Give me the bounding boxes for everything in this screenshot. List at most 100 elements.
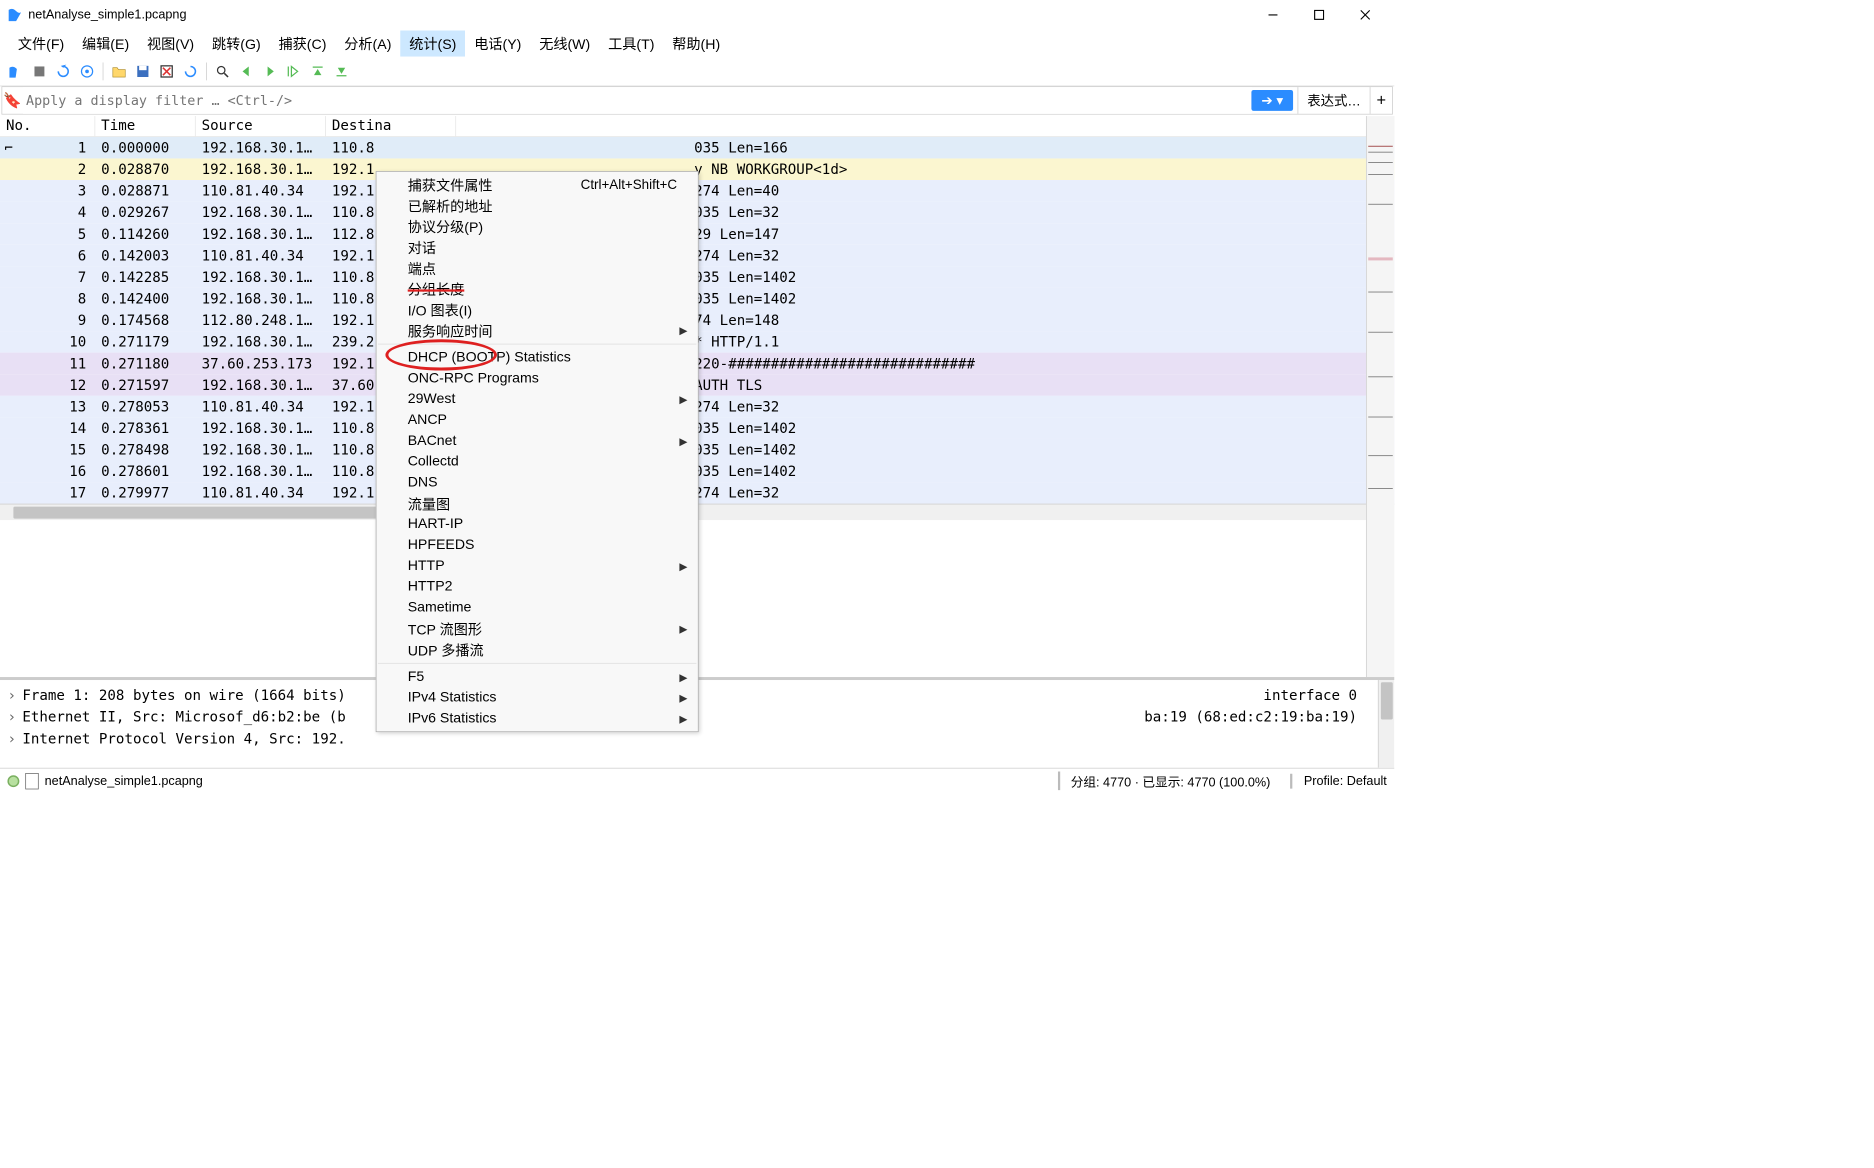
menu-option-label: I/O 图表(I) (408, 299, 472, 319)
menu-option[interactable]: DHCP (BOOTP) Statistics (376, 347, 697, 368)
column-info[interactable] (456, 116, 1394, 136)
menu-option[interactable]: UDP 多播流 (376, 639, 697, 660)
menu-option[interactable]: HPFEEDS (376, 535, 697, 556)
go-last-icon[interactable] (330, 60, 352, 82)
table-row[interactable]: ⌐10.000000192.168.30.1…110.8035 Len=166 (0, 137, 1394, 159)
cell-source: 110.81.40.34 (196, 485, 326, 501)
menu-option[interactable]: 协议分级(P) (376, 216, 697, 237)
options-icon[interactable] (76, 60, 98, 82)
cell-source: 192.168.30.1… (196, 442, 326, 458)
status-profile[interactable]: Profile: Default (1290, 773, 1387, 788)
add-filter-button[interactable]: + (1370, 87, 1392, 114)
menu-option[interactable]: F5▶ (376, 667, 697, 688)
menu-option[interactable]: 捕获文件属性Ctrl+Alt+Shift+C (376, 174, 697, 195)
expression-button[interactable]: 表达式… (1298, 87, 1370, 114)
menu-option-label: HART-IP (408, 516, 464, 532)
cell-time: 0.000000 (95, 140, 195, 156)
cell-source: 192.168.30.1… (196, 204, 326, 220)
menu-option[interactable]: TCP 流图形▶ (376, 618, 697, 639)
menu-item[interactable]: 电话(Y) (465, 30, 530, 56)
expert-info-icon[interactable] (7, 775, 19, 787)
cell-time: 0.278601 (95, 463, 195, 479)
stop-icon[interactable] (28, 60, 50, 82)
menu-item[interactable]: 无线(W) (530, 30, 599, 56)
go-first-icon[interactable] (307, 60, 329, 82)
submenu-arrow-icon: ▶ (679, 324, 687, 337)
minimize-button[interactable] (1251, 2, 1294, 27)
menu-item[interactable]: 捕获(C) (270, 30, 336, 56)
menu-item[interactable]: 文件(F) (9, 30, 73, 56)
menu-option[interactable]: IPv6 Statistics▶ (376, 708, 697, 729)
shark-fin-icon[interactable] (4, 60, 26, 82)
close-file-icon[interactable] (155, 60, 177, 82)
menu-option[interactable]: BACnet▶ (376, 431, 697, 452)
menu-item[interactable]: 跳转(G) (203, 30, 270, 56)
menu-item[interactable]: 编辑(E) (73, 30, 138, 56)
menu-option[interactable]: IPv4 Statistics▶ (376, 687, 697, 708)
menu-option[interactable]: 分组长度 (376, 278, 697, 299)
apply-filter-button[interactable]: ➔ ▾ (1251, 90, 1293, 111)
toolbar (0, 57, 1394, 87)
restart-icon[interactable] (52, 60, 74, 82)
menu-item[interactable]: 统计(S) (400, 30, 465, 56)
menu-option[interactable]: 对话 (376, 237, 697, 258)
open-icon[interactable] (108, 60, 130, 82)
expand-icon[interactable]: › (7, 730, 22, 746)
menu-option[interactable]: DNS (376, 472, 697, 493)
menu-option[interactable]: Sametime (376, 597, 697, 618)
next-icon[interactable] (259, 60, 281, 82)
menu-option[interactable]: 流量图 (376, 493, 697, 514)
details-scrollbar[interactable] (1378, 680, 1394, 768)
cell-no: 12 (0, 377, 95, 393)
menu-option[interactable]: 端点 (376, 257, 697, 278)
menu-option-label: Collectd (408, 454, 459, 470)
menu-item[interactable]: 分析(A) (335, 30, 400, 56)
menu-option[interactable]: HTTP▶ (376, 556, 697, 577)
reload-icon[interactable] (179, 60, 201, 82)
menu-option-label: ANCP (408, 412, 447, 428)
cell-source: 110.81.40.34 (196, 247, 326, 263)
column-no[interactable]: No. (0, 116, 95, 136)
status-bar: netAnalyse_simple1.pcapng 分组: 4770 · 已显示… (0, 768, 1394, 793)
menu-item[interactable]: 帮助(H) (663, 30, 729, 56)
title-bar: netAnalyse_simple1.pcapng (0, 0, 1394, 30)
prev-icon[interactable] (235, 60, 257, 82)
column-source[interactable]: Source (196, 116, 326, 136)
column-destination[interactable]: Destina (326, 116, 456, 136)
menu-item[interactable]: 视图(V) (138, 30, 203, 56)
menu-option-label: HPFEEDS (408, 537, 475, 553)
menu-option-label: DHCP (BOOTP) Statistics (408, 350, 571, 366)
bookmark-icon[interactable]: 🔖 (2, 91, 23, 110)
menu-option[interactable]: I/O 图表(I) (376, 299, 697, 320)
menu-option[interactable]: 29West▶ (376, 389, 697, 410)
jump-icon[interactable] (283, 60, 305, 82)
minimap[interactable] (1366, 116, 1394, 677)
menu-option[interactable]: ANCP (376, 410, 697, 431)
find-icon[interactable] (211, 60, 233, 82)
packet-headers: No. Time Source Destina (0, 116, 1394, 137)
close-button[interactable] (1344, 2, 1387, 27)
menu-option[interactable]: ONC-RPC Programs (376, 368, 697, 389)
menu-option[interactable]: HART-IP (376, 514, 697, 535)
menu-option[interactable]: Collectd (376, 452, 697, 473)
cell-source: 192.168.30.1… (196, 463, 326, 479)
cell-time: 0.029267 (95, 204, 195, 220)
menu-separator (378, 344, 696, 345)
save-icon[interactable] (132, 60, 154, 82)
display-filter-input[interactable] (23, 87, 1251, 114)
expand-icon[interactable]: › (7, 687, 22, 703)
menu-option[interactable]: 已解析的地址 (376, 195, 697, 216)
maximize-button[interactable] (1298, 2, 1341, 27)
cell-no: 6 (0, 247, 95, 263)
menu-option-label: HTTP (408, 558, 445, 574)
notes-icon[interactable] (25, 773, 38, 789)
cell-destination: 110.8 (326, 140, 456, 156)
submenu-arrow-icon: ▶ (679, 712, 687, 725)
column-time[interactable]: Time (95, 116, 195, 136)
menu-option[interactable]: 服务响应时间▶ (376, 320, 697, 341)
cell-source: 192.168.30.1… (196, 226, 326, 242)
cell-no: 15 (0, 442, 95, 458)
menu-item[interactable]: 工具(T) (599, 30, 663, 56)
expand-icon[interactable]: › (7, 709, 22, 725)
menu-option[interactable]: HTTP2 (376, 577, 697, 598)
